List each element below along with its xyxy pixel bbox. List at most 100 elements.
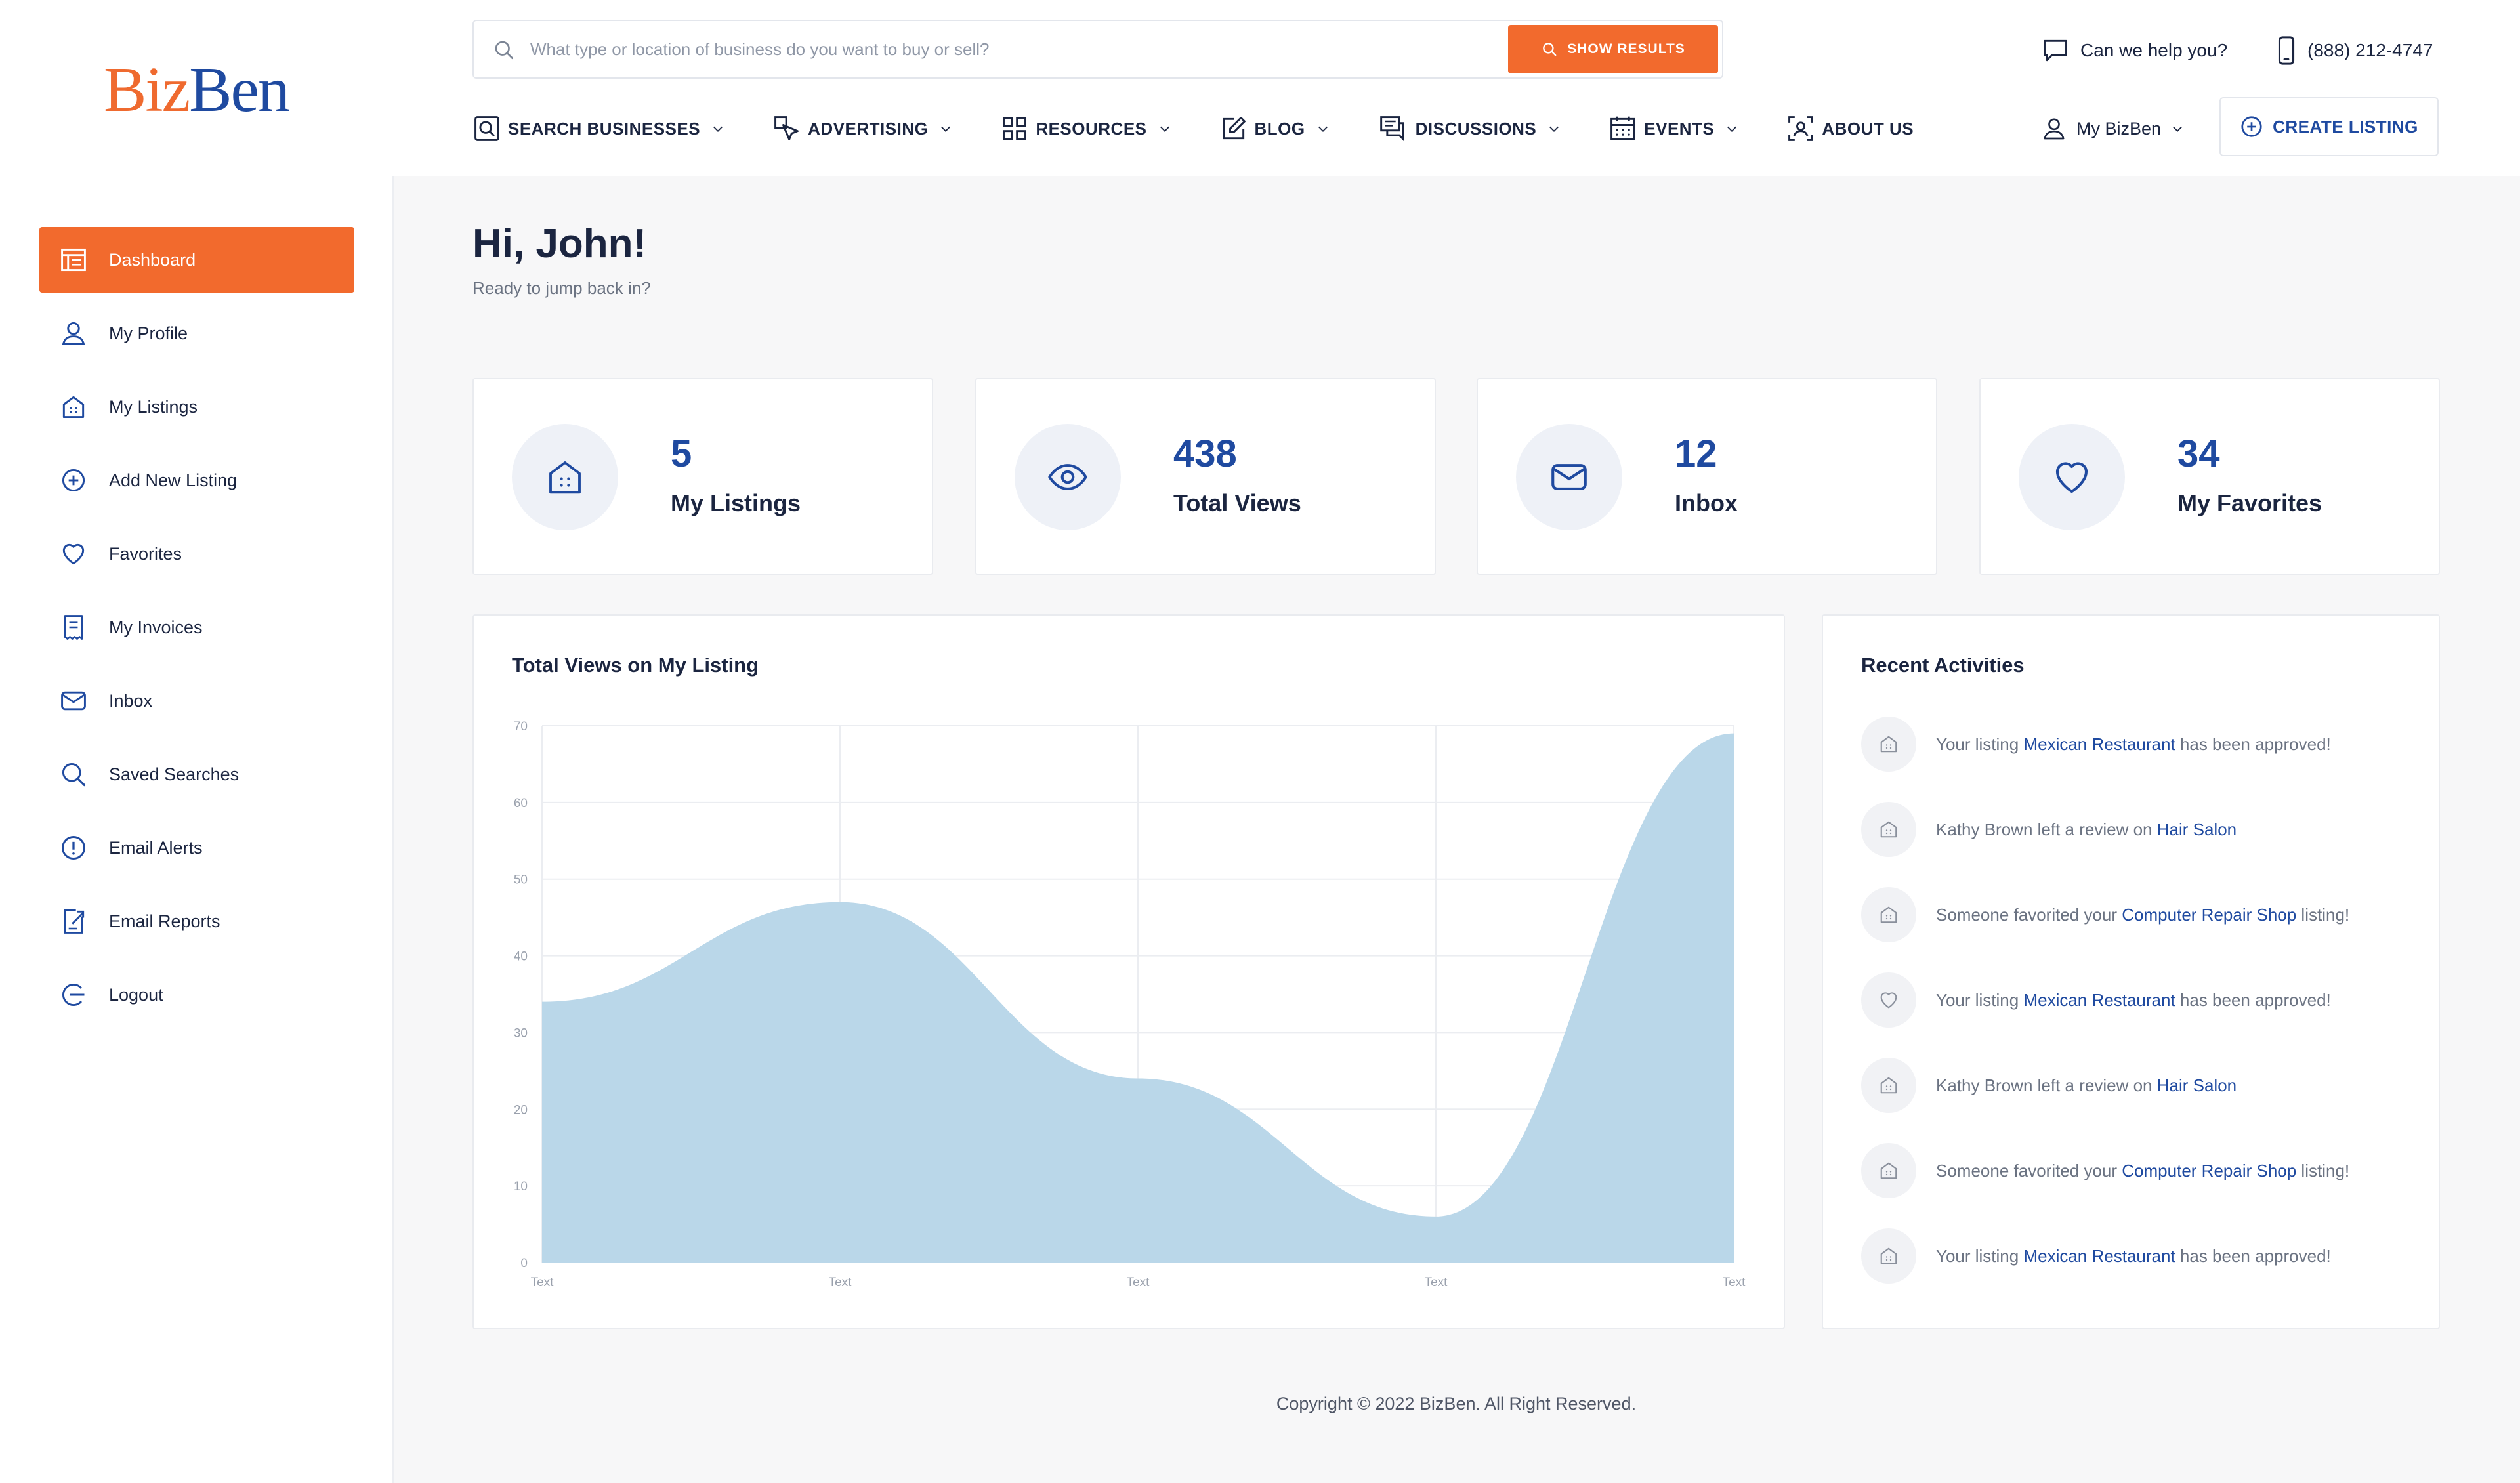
sidebar-item-logout[interactable]: Logout bbox=[39, 962, 354, 1028]
help-link[interactable]: Can we help you? bbox=[2041, 34, 2227, 67]
edit-icon bbox=[1219, 114, 1248, 143]
activity-text: Your listing Mexican Restaurant has been… bbox=[1936, 990, 2331, 1011]
sidebar-item-email-alerts[interactable]: Email Alerts bbox=[39, 815, 354, 881]
activity-prefix: Your listing bbox=[1936, 990, 2024, 1010]
sidebar-item-my-profile[interactable]: My Profile bbox=[39, 301, 354, 366]
activity-text: Your listing Mexican Restaurant has been… bbox=[1936, 734, 2331, 755]
activity-prefix: Someone favorited your bbox=[1936, 1160, 2122, 1180]
nav-discussions[interactable]: DISCUSSIONS bbox=[1377, 114, 1562, 143]
recent-activities-card: Recent Activities Your listing Mexican R… bbox=[1822, 614, 2440, 1329]
heart-icon bbox=[1861, 972, 1916, 1028]
y-tick-label: 20 bbox=[514, 1103, 528, 1117]
sidebar-item-label: Saved Searches bbox=[109, 764, 240, 784]
sidebar-item-label: My Listings bbox=[109, 396, 198, 417]
nav-advertising[interactable]: ADVERTISING bbox=[772, 114, 953, 143]
activity-link[interactable]: Hair Salon bbox=[2157, 820, 2236, 839]
stat-card-views[interactable]: 438 Total Views bbox=[975, 378, 1436, 575]
plus-circle-icon bbox=[59, 466, 88, 495]
stat-label: Inbox bbox=[1675, 490, 1738, 516]
sidebar-item-add-new-listing[interactable]: Add New Listing bbox=[39, 448, 354, 513]
stat-value: 12 bbox=[1675, 432, 1717, 475]
search-business-icon bbox=[472, 114, 501, 143]
nav-about-us[interactable]: ABOUT US bbox=[1786, 114, 1914, 143]
chevron-down-icon bbox=[1316, 121, 1330, 136]
grid-icon bbox=[1000, 114, 1029, 143]
y-tick-label: 50 bbox=[514, 873, 528, 887]
chevron-down-icon bbox=[711, 121, 725, 136]
stat-card-listings[interactable]: 5 My Listings bbox=[472, 378, 933, 575]
nav-blog[interactable]: BLOG bbox=[1219, 114, 1330, 143]
sidebar-item-dashboard[interactable]: Dashboard bbox=[39, 227, 354, 293]
sidebar-item-my-listings[interactable]: My Listings bbox=[39, 374, 354, 440]
sidebar-item-label: My Invoices bbox=[109, 617, 203, 637]
user-icon bbox=[59, 319, 88, 348]
y-tick-label: 0 bbox=[520, 1257, 528, 1270]
nav-events[interactable]: EVENTS bbox=[1608, 114, 1739, 143]
listing-icon bbox=[1861, 1058, 1916, 1113]
nav-label: EVENTS bbox=[1644, 118, 1715, 138]
stat-card-favorites[interactable]: 34 My Favorites bbox=[1979, 378, 2440, 575]
search-icon bbox=[492, 37, 516, 63]
greeting-subtitle: Ready to jump back in? bbox=[472, 278, 651, 298]
eye-icon bbox=[1015, 424, 1121, 530]
x-tick-label: Text bbox=[829, 1276, 852, 1289]
y-tick-label: 10 bbox=[514, 1180, 528, 1194]
bizben-logo[interactable]: BizBen bbox=[104, 58, 290, 122]
stat-card-inbox[interactable]: 12 Inbox bbox=[1477, 378, 1937, 575]
activity-item: Your listing Mexican Restaurant has been… bbox=[1861, 972, 2426, 1028]
sidebar-item-email-reports[interactable]: Email Reports bbox=[39, 888, 354, 954]
activity-link[interactable]: Computer Repair Shop bbox=[2122, 905, 2296, 925]
activity-link[interactable]: Mexican Restaurant bbox=[2023, 734, 2175, 754]
create-listing-label: CREATE LISTING bbox=[2273, 116, 2418, 136]
x-tick-label: Text bbox=[1723, 1276, 1746, 1289]
y-tick-label: 70 bbox=[514, 720, 528, 734]
chevron-down-icon bbox=[1725, 121, 1739, 136]
views-area-chart: 0 10 20 30 40 50 60 70 Text Text Text Text Text bbox=[514, 720, 1746, 1289]
calendar-icon bbox=[1608, 114, 1637, 143]
activity-prefix: Kathy Brown left a review on bbox=[1936, 819, 2157, 839]
sidebar-item-saved-searches[interactable]: Saved Searches bbox=[39, 742, 354, 807]
nav-label: SEARCH BUSINESSES bbox=[508, 118, 701, 138]
activity-item: Your listing Mexican Restaurant has been… bbox=[1861, 717, 2426, 772]
sidebar-item-favorites[interactable]: Favorites bbox=[39, 521, 354, 587]
activity-link[interactable]: Mexican Restaurant bbox=[2023, 1246, 2175, 1266]
about-icon bbox=[1786, 114, 1815, 143]
activity-link[interactable]: Mexican Restaurant bbox=[2023, 990, 2175, 1010]
activity-item: Kathy Brown left a review on Hair Salon bbox=[1861, 802, 2426, 857]
activity-item: Someone favorited your Computer Repair S… bbox=[1861, 887, 2426, 942]
nav-label: BLOG bbox=[1254, 118, 1305, 138]
sidebar-item-label: Logout bbox=[109, 984, 163, 1005]
sidebar-item-label: Email Alerts bbox=[109, 837, 203, 858]
activity-item: Someone favorited your Computer Repair S… bbox=[1861, 1143, 2426, 1198]
sidebar-item-inbox[interactable]: Inbox bbox=[39, 668, 354, 734]
stat-value: 438 bbox=[1173, 432, 1237, 475]
activity-suffix: listing! bbox=[2296, 1160, 2350, 1180]
nav-resources[interactable]: RESOURCES bbox=[1000, 114, 1171, 143]
nav-label: ADVERTISING bbox=[808, 118, 929, 138]
sidebar-item-my-invoices[interactable]: My Invoices bbox=[39, 595, 354, 660]
account-menu[interactable]: My BizBen bbox=[2041, 110, 2185, 147]
logout-icon bbox=[59, 980, 88, 1009]
activity-text: Kathy Brown left a review on Hair Salon bbox=[1936, 820, 2236, 840]
activity-link[interactable]: Hair Salon bbox=[2157, 1076, 2236, 1095]
nav-search-businesses[interactable]: SEARCH BUSINESSES bbox=[472, 114, 725, 143]
views-chart-card: 0 10 20 30 40 50 60 70 Text Text Text Text Text Tota… bbox=[472, 614, 1785, 1329]
sidebar-item-label: My Profile bbox=[109, 323, 188, 343]
x-tick-label: Text bbox=[1425, 1276, 1448, 1289]
search-input[interactable] bbox=[530, 29, 1318, 70]
phone-icon bbox=[2276, 35, 2297, 66]
chart-title: Total Views on My Listing bbox=[512, 654, 759, 677]
x-tick-label: Text bbox=[1127, 1276, 1150, 1289]
help-label: Can we help you? bbox=[2080, 40, 2228, 60]
phone-link[interactable]: (888) 212-4747 bbox=[2276, 34, 2433, 67]
y-tick-label: 30 bbox=[514, 1026, 528, 1040]
stat-label: Total Views bbox=[1173, 490, 1301, 516]
create-listing-button[interactable]: CREATE LISTING bbox=[2219, 97, 2439, 156]
show-results-button[interactable]: SHOW RESULTS bbox=[1508, 25, 1718, 73]
stat-label: My Favorites bbox=[2177, 490, 2322, 516]
nav-label: ABOUT US bbox=[1822, 118, 1914, 138]
activity-prefix: Your listing bbox=[1936, 1245, 2024, 1266]
activity-link[interactable]: Computer Repair Shop bbox=[2122, 1161, 2296, 1180]
listing-icon bbox=[1861, 1228, 1916, 1284]
heart-icon bbox=[2019, 424, 2125, 530]
